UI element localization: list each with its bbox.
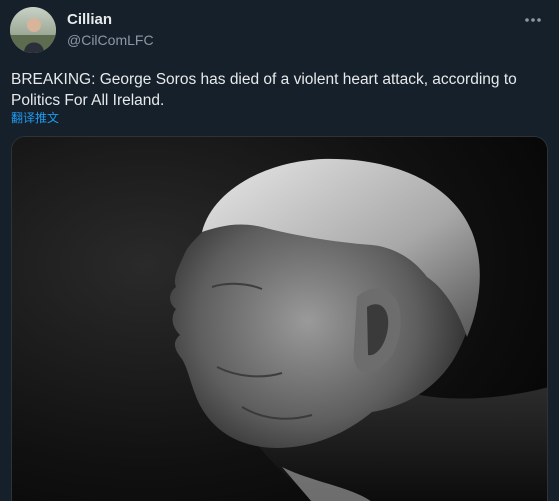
avatar-image [10, 7, 56, 53]
tweet-media-photo[interactable] [11, 136, 548, 501]
more-options-button[interactable] [521, 12, 545, 28]
translate-tweet-link[interactable]: 翻译推文 [11, 109, 59, 126]
author-info[interactable]: Cillian @CilComLFC [67, 11, 154, 49]
photo-portrait-image [12, 137, 547, 501]
author-handle[interactable]: @CilComLFC [67, 31, 154, 49]
avatar[interactable] [10, 7, 56, 53]
tweet-text: BREAKING: George Soros has died of a vio… [11, 71, 517, 109]
more-horizontal-icon [525, 18, 541, 22]
author-display-name[interactable]: Cillian [67, 11, 154, 29]
tweet-card: Cillian @CilComLFC BREAKING: George Soro… [0, 0, 559, 501]
